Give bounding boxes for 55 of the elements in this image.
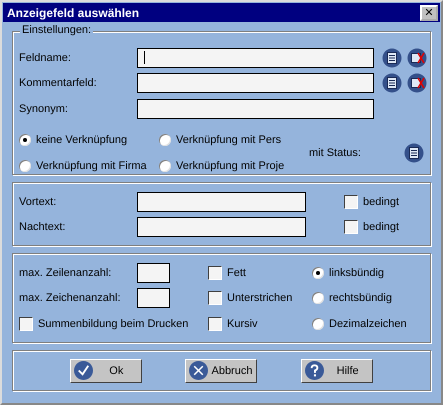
cancel-button[interactable]: Abbruch (185, 358, 258, 382)
radio-label: Verknüpfung mit Firma (36, 160, 147, 172)
input-field[interactable] (137, 262, 170, 283)
radio-label: Verknüpfung mit Pers (176, 134, 282, 146)
list-icon[interactable] (404, 142, 424, 162)
help-icon (305, 361, 324, 380)
checkbox-label: Summenbildung beim Drucken (38, 318, 188, 330)
field-label: max. Zeichenanzahl: (19, 292, 122, 304)
input-field[interactable] (137, 192, 306, 212)
help-button[interactable]: Hilfe (301, 358, 374, 382)
window-title: Anzeigefeld auswählen (7, 6, 140, 20)
ok-button[interactable]: Ok (70, 358, 142, 382)
radio-button[interactable] (159, 134, 171, 146)
radio-button[interactable] (159, 160, 171, 172)
status-label: mit Status: (309, 146, 361, 158)
input-field[interactable] (137, 217, 306, 238)
input-field[interactable] (137, 98, 374, 119)
radio-label: rechtsbündig (329, 292, 392, 304)
field-label: Feldname: (19, 52, 72, 64)
checkbox[interactable] (344, 194, 358, 209)
clear-icon[interactable] (407, 73, 427, 94)
clear-icon[interactable] (407, 48, 427, 68)
input-field[interactable] (137, 48, 374, 68)
close-icon (189, 361, 208, 380)
checkbox-label: Fett (227, 266, 246, 279)
checkbox-label: Unterstrichen (227, 292, 292, 304)
radio-label: linksbündig (329, 266, 384, 279)
check-icon (74, 361, 93, 380)
list-icon[interactable] (382, 48, 402, 68)
field-label: Nachtext: (19, 221, 66, 234)
field-label: Synonym: (19, 102, 69, 115)
radio-button[interactable] (19, 160, 31, 172)
checkbox[interactable] (208, 316, 222, 331)
radio-button[interactable] (312, 266, 324, 279)
group-title: Einstellungen: (20, 24, 94, 36)
checkbox-label: bedingt (363, 196, 400, 208)
field-label: max. Zeilenanzahl: (19, 266, 112, 279)
input-field[interactable] (137, 73, 374, 94)
checkbox[interactable] (208, 291, 222, 306)
radio-label: Verknüpfung mit Proje (176, 160, 284, 172)
radio-button[interactable] (312, 292, 324, 304)
radio-label: keine Verknüpfung (36, 134, 128, 146)
field-label: Kommentarfeld: (19, 77, 98, 90)
checkbox[interactable] (344, 220, 358, 234)
radio-button[interactable] (19, 134, 31, 146)
close-button[interactable]: ✕ (420, 4, 438, 20)
checkbox-label: Kursiv (227, 318, 258, 330)
radio-label: Dezimalzeichen (329, 318, 407, 330)
field-label: Vortext: (19, 196, 58, 208)
list-icon[interactable] (382, 73, 402, 94)
checkbox[interactable] (208, 266, 222, 280)
input-field[interactable] (137, 288, 170, 308)
checkbox[interactable] (19, 316, 33, 331)
radio-button[interactable] (312, 318, 324, 330)
checkbox-label: bedingt (363, 221, 400, 234)
